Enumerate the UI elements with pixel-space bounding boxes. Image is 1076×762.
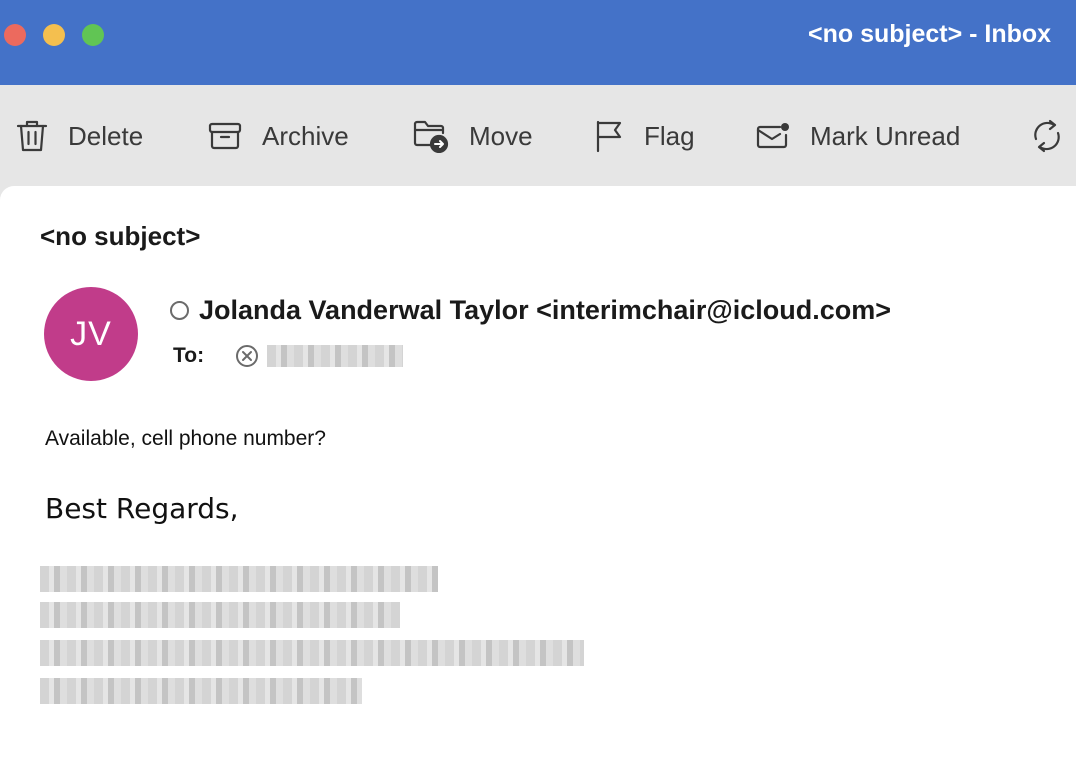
- move-label: Move: [469, 120, 533, 151]
- delete-label: Delete: [68, 120, 144, 151]
- move-button[interactable]: Move: [413, 114, 533, 158]
- archive-icon: [208, 121, 242, 151]
- recipient-redacted[interactable]: [267, 345, 403, 367]
- mark-unread-label: Mark Unread: [810, 120, 961, 151]
- maximize-window-button[interactable]: [82, 24, 104, 46]
- message-pane: <no subject> JV Jolanda Vanderwal Taylor…: [0, 186, 1076, 762]
- archive-label: Archive: [262, 120, 349, 151]
- flag-label: Flag: [644, 120, 695, 151]
- signature-redacted-line: [40, 640, 584, 666]
- trash-icon: [16, 119, 48, 153]
- sender-row: Jolanda Vanderwal Taylor <interimchair@i…: [170, 295, 891, 326]
- flag-button[interactable]: Flag: [594, 114, 695, 158]
- remove-recipient-icon[interactable]: [235, 344, 259, 368]
- move-folder-icon: [413, 119, 449, 153]
- sync-button[interactable]: [1030, 114, 1064, 158]
- minimize-window-button[interactable]: [43, 24, 65, 46]
- flag-icon: [594, 119, 624, 153]
- to-label: To:: [173, 344, 205, 367]
- message-body: Available, cell phone number?: [45, 427, 326, 450]
- avatar[interactable]: JV: [44, 287, 138, 381]
- signature-redacted-line: [40, 678, 362, 704]
- mark-unread-button[interactable]: Mark Unread: [756, 114, 960, 158]
- sender-name[interactable]: Jolanda Vanderwal Taylor <interimchair@i…: [199, 295, 891, 326]
- recipient-row: To:: [173, 344, 403, 368]
- mail-unread-icon: [756, 121, 790, 151]
- message-closing: Best Regards,: [45, 492, 239, 525]
- toolbar: Delete Archive Move Flag Mark Unread: [0, 85, 1076, 186]
- signature-redacted-line: [40, 566, 438, 592]
- delete-button[interactable]: Delete: [16, 114, 143, 158]
- presence-circle-icon[interactable]: [170, 301, 189, 320]
- window-title: <no subject> - Inbox: [808, 20, 1052, 48]
- title-bar: <no subject> - Inbox: [0, 0, 1076, 85]
- mail-window: <no subject> - Inbox Delete Archive Move…: [0, 0, 1076, 762]
- signature-redacted-line: [40, 602, 400, 628]
- sync-icon: [1030, 117, 1064, 155]
- message-subject: <no subject>: [40, 221, 201, 251]
- archive-button[interactable]: Archive: [208, 114, 349, 158]
- close-window-button[interactable]: [4, 24, 26, 46]
